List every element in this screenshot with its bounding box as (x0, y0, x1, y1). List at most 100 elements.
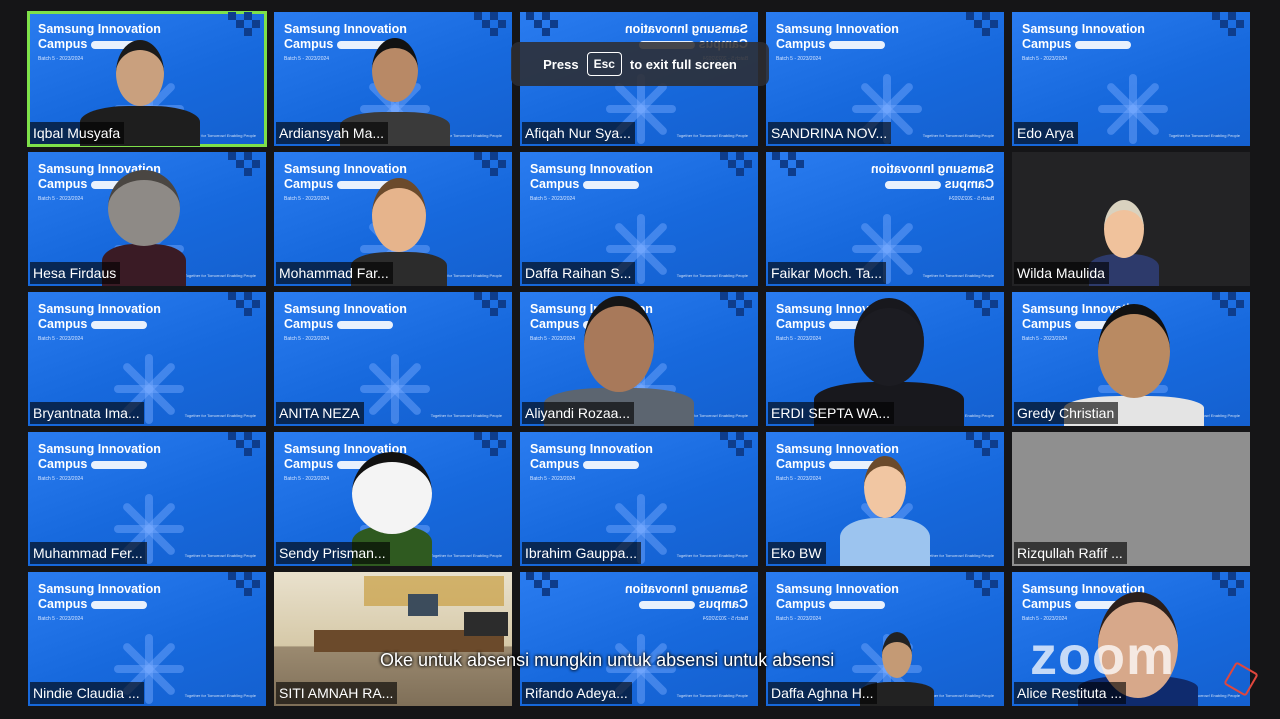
participant-name: Nindie Claudia ... (30, 682, 144, 704)
printer-shape (464, 612, 508, 636)
participant-head (864, 456, 906, 518)
spark-decoration (360, 354, 430, 424)
slide-batch: Batch 5 - 2023/2024 (530, 196, 576, 202)
slide-subtitle-row: Campus (38, 597, 161, 612)
participant-tile[interactable]: Samsung InnovationCampus Batch 5 - 2023/2… (766, 152, 1004, 286)
participant-name: Gredy Christian (1014, 402, 1119, 424)
participant-head (352, 452, 432, 534)
participant-tile[interactable]: Samsung InnovationCampusBatch 5 - 2023/2… (28, 292, 266, 426)
participant-head (372, 38, 418, 102)
participant-tile[interactable]: Samsung InnovationCampusBatch 5 - 2023/2… (766, 12, 1004, 146)
slide-subtitle: Campus (1022, 37, 1072, 51)
slide-footer: Together for Tomorrow! Enabling People (1168, 133, 1240, 138)
hashtag-pill (829, 40, 886, 49)
participant-name: Ardiansyah Ma... (276, 122, 389, 144)
participant-tile[interactable]: Samsung InnovationCampusBatch 5 - 2023/2… (520, 572, 758, 706)
slide-brand: Samsung InnovationCampus (530, 442, 653, 472)
participant-tile[interactable]: Samsung InnovationCampusBatch 5 - 2023/2… (520, 292, 758, 426)
participant-tile[interactable]: Samsung InnovationCampusBatch 5 - 2023/2… (274, 12, 512, 146)
participant-tile[interactable]: Wilda Maulida (1012, 152, 1250, 286)
participant-tile[interactable]: Samsung InnovationCampusBatch 5 - 2023/2… (28, 572, 266, 706)
slide-title: Samsung Innovation (625, 582, 748, 596)
slide-footer: Together for Tomorrow! Enabling People (922, 133, 994, 138)
participant-head (116, 40, 164, 106)
participant-head (584, 296, 654, 392)
checker-decoration (228, 572, 260, 604)
participant-tile[interactable]: Samsung InnovationCampusBatch 5 - 2023/2… (274, 292, 512, 426)
slide-subtitle: Campus (284, 317, 334, 331)
slide-brand: Samsung InnovationCampus (530, 162, 653, 192)
hashtag-pill (583, 460, 640, 469)
checker-decoration (772, 152, 804, 184)
fullscreen-exit-banner: Press Esc to exit full screen (511, 42, 769, 86)
hashtag-pill (91, 460, 148, 469)
spark-decoration (1098, 74, 1168, 144)
slide-title: Samsung Innovation (530, 442, 653, 456)
slide-subtitle-row: Campus (38, 317, 161, 332)
participant-tile[interactable]: Samsung InnovationCampusBatch 5 - 2023/2… (766, 572, 1004, 706)
slide-batch: Batch 5 - 2023/2024 (702, 616, 748, 622)
participant-tile[interactable]: Samsung InnovationCampus Batch 5 - 2023/2… (520, 432, 758, 566)
participant-tile[interactable]: Samsung InnovationCampusBatch 5 - 2023/2… (274, 152, 512, 286)
participant-name: Rifando Adeya... (522, 682, 632, 704)
slide-title: Samsung Innovation (38, 302, 161, 316)
participant-tile[interactable]: SITI AMNAH RA... (274, 572, 512, 706)
slide-subtitle: Campus (530, 177, 580, 191)
participant-name: Faikar Moch. Ta... (768, 262, 887, 284)
participant-name: Bryantnata Ima... (30, 402, 144, 424)
participant-head (854, 298, 924, 386)
live-caption: Oke untuk absensi mungkin untuk absensi … (380, 650, 835, 670)
participant-tile[interactable]: Samsung InnovationCampus Batch 5 - 2023/2… (520, 152, 758, 286)
participant-name: Wilda Maulida (1014, 262, 1109, 284)
slide-brand: Samsung InnovationCampus (871, 162, 994, 192)
slide-batch: Batch 5 - 2023/2024 (530, 476, 576, 482)
hashtag-pill (1075, 40, 1132, 49)
checker-decoration (720, 152, 752, 184)
slide-brand: Samsung InnovationCampus (284, 302, 407, 332)
slide-footer: Together for Tomorrow! Enabling People (430, 413, 502, 418)
slide-subtitle-row: Campus (776, 37, 899, 52)
participant-tile[interactable]: Samsung InnovationCampusBatch 5 - 2023/2… (28, 152, 266, 286)
slide-subtitle-row: Campus (530, 177, 653, 192)
slide-subtitle-row: Campus (871, 177, 994, 192)
participant-tile[interactable]: Samsung InnovationCampusBatch 5 - 2023/2… (1012, 292, 1250, 426)
participant-tile[interactable]: Samsung InnovationCampusBatch 5 - 2023/2… (766, 292, 1004, 426)
slide-batch: Batch 5 - 2023/2024 (1022, 56, 1068, 62)
slide-subtitle-row: Campus (530, 457, 653, 472)
participant-body (840, 518, 930, 566)
hashtag-pill (884, 180, 941, 189)
hashtag-pill (91, 320, 148, 329)
slide-brand: Samsung InnovationCampus (38, 442, 161, 472)
slide-footer: Together for Tomorrow! Enabling People (676, 133, 748, 138)
participant-name: ERDI SEPTA WA... (768, 402, 895, 424)
participant-tile[interactable]: Samsung InnovationCampus Batch 5 - 2023/2… (1012, 12, 1250, 146)
slide-batch: Batch 5 - 2023/2024 (776, 56, 822, 62)
checker-decoration (526, 12, 558, 44)
slide-brand: Samsung InnovationCampus (1022, 22, 1145, 52)
checker-decoration (966, 12, 998, 44)
participant-name: Edo Arya (1014, 122, 1078, 144)
slide-footer: Together for Tomorrow! Enabling People (184, 413, 256, 418)
slide-footer: Together for Tomorrow! Enabling People (676, 553, 748, 558)
participant-head (372, 178, 426, 252)
checker-decoration (720, 432, 752, 464)
video-grid: Samsung Innovation Campus Batch 5 - 2023/2… (0, 0, 1280, 719)
participant-name: Daffa Aghna H... (768, 682, 878, 704)
slide-title: Samsung Innovation (38, 582, 161, 596)
participant-tile[interactable]: Samsung InnovationCampusBatch 5 - 2023/2… (274, 432, 512, 566)
slide-subtitle-row: Campus (1022, 37, 1145, 52)
slide-footer: Together for Tomorrow! Enabling People (676, 693, 748, 698)
checker-decoration (228, 292, 260, 324)
participant-name: Afiqah Nur Sya... (522, 122, 635, 144)
participant-tile[interactable]: Rizqullah Rafif ... (1012, 432, 1250, 566)
participant-name: Rizqullah Rafif ... (1014, 542, 1127, 564)
participant-name: Muhammad Fer... (30, 542, 147, 564)
slide-subtitle: Campus (530, 457, 580, 471)
slide-batch: Batch 5 - 2023/2024 (948, 196, 994, 202)
checker-decoration (526, 572, 558, 604)
participant-tile[interactable]: Samsung InnovationCampusBatch 5 - 2023/2… (27, 11, 267, 147)
participant-tile[interactable]: Samsung InnovationCampusBatch 5 - 2023/2… (28, 432, 266, 566)
participant-name: Hesa Firdaus (30, 262, 121, 284)
participant-tile[interactable]: Samsung InnovationCampusBatch 5 - 2023/2… (766, 432, 1004, 566)
slide-footer: Together for Tomorrow! Enabling People (922, 273, 994, 278)
